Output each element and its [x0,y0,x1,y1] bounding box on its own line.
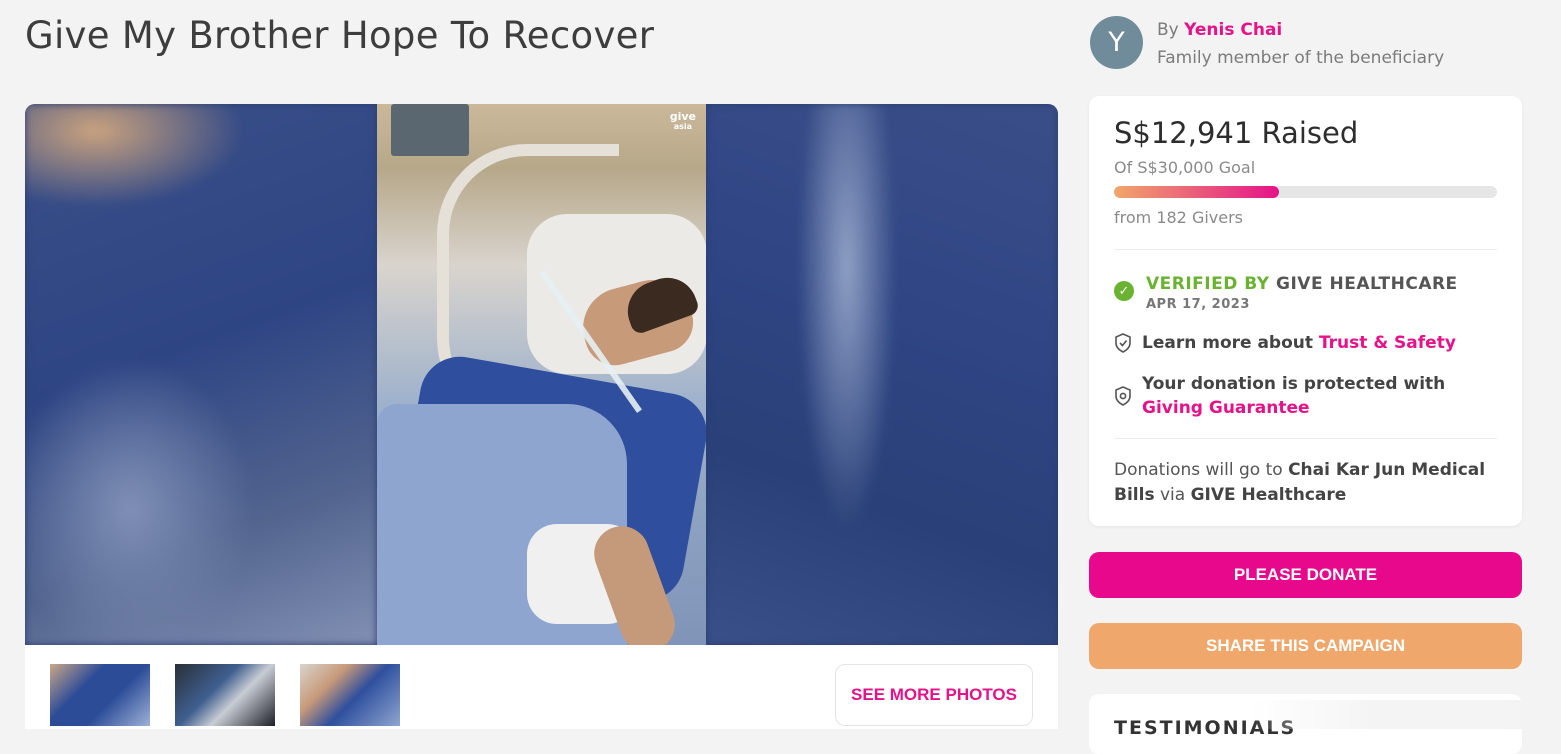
fundraising-summary-card: S$12,941 Raised Of S$30,000 Goal from 18… [1089,96,1522,526]
organizer-relation: Family member of the beneficiary [1157,48,1445,68]
hero-blurred-background-right [706,104,1058,645]
giveasia-watermark-logo: give asia [669,110,696,131]
donate-button[interactable]: PLEASE DONATE [1089,552,1522,598]
by-prefix: By [1157,20,1179,40]
campaign-title: Give My Brother Hope To Recover [25,14,655,57]
organizer-avatar: Y [1090,16,1143,69]
hero-blurred-background-left [25,104,377,645]
divider [1114,438,1497,439]
giving-guarantee-line: Your donation is protected with Giving G… [1142,374,1446,418]
campaign-hero-media[interactable]: give asia [25,104,1058,645]
givers-count: from 182 Givers [1114,208,1244,227]
photo-thumbnail-strip: SEE MORE PHOTOS [25,645,1058,729]
goal-amount: Of S$30,000 Goal [1114,158,1256,177]
amount-raised: S$12,941 Raised [1114,116,1359,150]
shield-check-icon [1115,333,1131,353]
medical-monitor [391,104,469,156]
photo-thumbnail[interactable] [50,664,150,726]
verifier-name: GIVE HEALTHCARE [1276,274,1458,294]
verified-check-icon: ✓ [1114,281,1134,301]
organizer-name-link[interactable]: Yenis Chai [1184,20,1282,40]
organizer-byline: By Yenis Chai [1157,20,1282,40]
progress-bar [1114,186,1497,198]
see-more-photos-button[interactable]: SEE MORE PHOTOS [835,664,1033,726]
trust-safety-line: Learn more about Trust & Safety [1142,333,1456,353]
hero-photo: give asia [377,104,706,645]
verified-date: APR 17, 2023 [1146,297,1250,312]
share-campaign-button[interactable]: SHARE THIS CAMPAIGN [1089,623,1522,669]
beneficiary-info: Donations will go to Chai Kar Jun Medica… [1114,460,1486,505]
trust-safety-link[interactable]: Trust & Safety [1319,333,1456,353]
shield-lock-icon [1115,386,1131,406]
partner-name: GIVE Healthcare [1190,485,1347,505]
divider [1114,249,1497,250]
giving-guarantee-link[interactable]: Giving Guarantee [1142,398,1310,418]
bottom-fade-overlay [1250,700,1561,729]
verified-by: VERIFIED BY GIVE HEALTHCARE [1146,274,1458,294]
photo-thumbnail[interactable] [300,664,400,726]
progress-bar-fill [1114,186,1280,198]
photo-thumbnail[interactable] [175,664,275,726]
